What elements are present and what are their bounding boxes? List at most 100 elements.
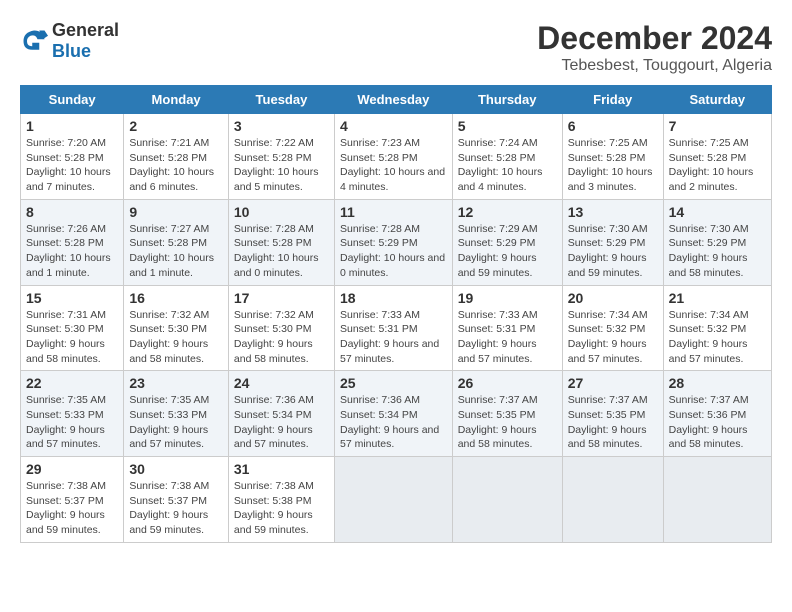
day-info: Sunrise: 7:32 AMSunset: 5:30 PMDaylight:…	[129, 308, 223, 367]
calendar-cell: 10Sunrise: 7:28 AMSunset: 5:28 PMDayligh…	[228, 199, 334, 285]
header-friday: Friday	[562, 86, 663, 114]
calendar-cell: 9 Sunrise: 7:27 AMSunset: 5:28 PMDaylight…	[124, 199, 229, 285]
calendar-cell: 17Sunrise: 7:32 AMSunset: 5:30 PMDayligh…	[228, 285, 334, 371]
logo: General Blue	[20, 20, 119, 62]
day-number: 6	[568, 118, 658, 134]
calendar-cell: 27Sunrise: 7:37 AMSunset: 5:35 PMDayligh…	[562, 371, 663, 457]
calendar-cell: 6 Sunrise: 7:25 AMSunset: 5:28 PMDaylight…	[562, 114, 663, 200]
day-number: 3	[234, 118, 329, 134]
day-number: 13	[568, 204, 658, 220]
day-number: 15	[26, 290, 118, 306]
day-info: Sunrise: 7:30 AMSunset: 5:29 PMDaylight:…	[669, 222, 766, 281]
logo-text: General Blue	[52, 20, 119, 62]
calendar-cell: 23Sunrise: 7:35 AMSunset: 5:33 PMDayligh…	[124, 371, 229, 457]
day-number: 22	[26, 375, 118, 391]
day-info: Sunrise: 7:26 AMSunset: 5:28 PMDaylight:…	[26, 222, 118, 281]
calendar-cell: 31 Sunrise: 7:38 AMSunset: 5:38 PMDayligh…	[228, 457, 334, 543]
calendar-cell	[562, 457, 663, 543]
day-number: 29	[26, 461, 118, 477]
calendar-header: Sunday Monday Tuesday Wednesday Thursday…	[21, 86, 772, 114]
day-info: Sunrise: 7:33 AMSunset: 5:31 PMDaylight:…	[458, 308, 557, 367]
day-info: Sunrise: 7:34 AMSunset: 5:32 PMDaylight:…	[568, 308, 658, 367]
day-info: Sunrise: 7:30 AMSunset: 5:29 PMDaylight:…	[568, 222, 658, 281]
day-number: 31	[234, 461, 329, 477]
calendar-cell: 1 Sunrise: 7:20 AMSunset: 5:28 PMDaylight…	[21, 114, 124, 200]
day-number: 7	[669, 118, 766, 134]
calendar-cell: 28Sunrise: 7:37 AMSunset: 5:36 PMDayligh…	[663, 371, 771, 457]
title-area: December 2024 Tebesbest, Touggourt, Alge…	[537, 20, 772, 75]
day-number: 25	[340, 375, 447, 391]
header-monday: Monday	[124, 86, 229, 114]
calendar-cell	[334, 457, 452, 543]
day-info: Sunrise: 7:28 AMSunset: 5:28 PMDaylight:…	[234, 222, 329, 281]
header-saturday: Saturday	[663, 86, 771, 114]
calendar-cell: 19 Sunrise: 7:33 AMSunset: 5:31 PMDayligh…	[452, 285, 562, 371]
day-number: 26	[458, 375, 557, 391]
day-info: Sunrise: 7:31 AMSunset: 5:30 PMDaylight:…	[26, 308, 118, 367]
day-info: Sunrise: 7:25 AMSunset: 5:28 PMDaylight:…	[669, 136, 766, 195]
calendar-cell: 12Sunrise: 7:29 AMSunset: 5:29 PMDayligh…	[452, 199, 562, 285]
day-info: Sunrise: 7:36 AMSunset: 5:34 PMDaylight:…	[234, 393, 329, 452]
day-number: 28	[669, 375, 766, 391]
day-number: 17	[234, 290, 329, 306]
day-info: Sunrise: 7:35 AMSunset: 5:33 PMDaylight:…	[129, 393, 223, 452]
calendar-cell	[663, 457, 771, 543]
day-number: 14	[669, 204, 766, 220]
day-number: 9	[129, 204, 223, 220]
day-info: Sunrise: 7:28 AMSunset: 5:29 PMDaylight:…	[340, 222, 447, 281]
day-number: 24	[234, 375, 329, 391]
day-number: 20	[568, 290, 658, 306]
day-info: Sunrise: 7:38 AMSunset: 5:37 PMDaylight:…	[129, 479, 223, 538]
calendar-cell: 29Sunrise: 7:38 AMSunset: 5:37 PMDayligh…	[21, 457, 124, 543]
day-number: 18	[340, 290, 447, 306]
day-info: Sunrise: 7:33 AMSunset: 5:31 PMDaylight:…	[340, 308, 447, 367]
logo-blue: Blue	[52, 41, 91, 61]
calendar-cell: 30 Sunrise: 7:38 AMSunset: 5:37 PMDayligh…	[124, 457, 229, 543]
logo-icon	[20, 27, 48, 55]
day-number: 21	[669, 290, 766, 306]
day-number: 2	[129, 118, 223, 134]
day-info: Sunrise: 7:20 AMSunset: 5:28 PMDaylight:…	[26, 136, 118, 195]
day-info: Sunrise: 7:25 AMSunset: 5:28 PMDaylight:…	[568, 136, 658, 195]
day-number: 12	[458, 204, 557, 220]
header-wednesday: Wednesday	[334, 86, 452, 114]
day-info: Sunrise: 7:23 AMSunset: 5:28 PMDaylight:…	[340, 136, 447, 195]
day-info: Sunrise: 7:34 AMSunset: 5:32 PMDaylight:…	[669, 308, 766, 367]
calendar-cell: 2 Sunrise: 7:21 AMSunset: 5:28 PMDaylight…	[124, 114, 229, 200]
header-sunday: Sunday	[21, 86, 124, 114]
day-number: 4	[340, 118, 447, 134]
calendar-row: 29 Sunrise: 7:38 AMSunset: 5:37 PMDayligh…	[21, 457, 772, 543]
day-number: 30	[129, 461, 223, 477]
calendar-cell: 14 Sunrise: 7:30 AMSunset: 5:29 PMDayligh…	[663, 199, 771, 285]
day-info: Sunrise: 7:35 AMSunset: 5:33 PMDaylight:…	[26, 393, 118, 452]
header: General Blue December 2024 Tebesbest, To…	[20, 20, 772, 75]
header-row: Sunday Monday Tuesday Wednesday Thursday…	[21, 86, 772, 114]
day-number: 5	[458, 118, 557, 134]
day-number: 1	[26, 118, 118, 134]
calendar-cell: 18 Sunrise: 7:33 AMSunset: 5:31 PMDayligh…	[334, 285, 452, 371]
header-tuesday: Tuesday	[228, 86, 334, 114]
day-info: Sunrise: 7:38 AMSunset: 5:38 PMDaylight:…	[234, 479, 329, 538]
calendar-cell: 5 Sunrise: 7:24 AMSunset: 5:28 PMDaylight…	[452, 114, 562, 200]
day-number: 8	[26, 204, 118, 220]
calendar-cell: 4 Sunrise: 7:23 AMSunset: 5:28 PMDaylight…	[334, 114, 452, 200]
calendar-cell: 15 Sunrise: 7:31 AMSunset: 5:30 PMDayligh…	[21, 285, 124, 371]
day-info: Sunrise: 7:21 AMSunset: 5:28 PMDaylight:…	[129, 136, 223, 195]
calendar-row: 15 Sunrise: 7:31 AMSunset: 5:30 PMDayligh…	[21, 285, 772, 371]
day-number: 19	[458, 290, 557, 306]
calendar-row: 22 Sunrise: 7:35 AMSunset: 5:33 PMDayligh…	[21, 371, 772, 457]
day-info: Sunrise: 7:24 AMSunset: 5:28 PMDaylight:…	[458, 136, 557, 195]
calendar-cell: 24 Sunrise: 7:36 AMSunset: 5:34 PMDayligh…	[228, 371, 334, 457]
calendar-row: 8 Sunrise: 7:26 AMSunset: 5:28 PMDaylight…	[21, 199, 772, 285]
calendar-cell: 26 Sunrise: 7:37 AMSunset: 5:35 PMDayligh…	[452, 371, 562, 457]
day-info: Sunrise: 7:37 AMSunset: 5:35 PMDaylight:…	[458, 393, 557, 452]
calendar-cell: 8 Sunrise: 7:26 AMSunset: 5:28 PMDaylight…	[21, 199, 124, 285]
day-number: 11	[340, 204, 447, 220]
calendar-cell: 3 Sunrise: 7:22 AMSunset: 5:28 PMDaylight…	[228, 114, 334, 200]
calendar-body: 1 Sunrise: 7:20 AMSunset: 5:28 PMDaylight…	[21, 114, 772, 543]
subtitle: Tebesbest, Touggourt, Algeria	[537, 57, 772, 75]
day-info: Sunrise: 7:37 AMSunset: 5:35 PMDaylight:…	[568, 393, 658, 452]
day-info: Sunrise: 7:36 AMSunset: 5:34 PMDaylight:…	[340, 393, 447, 452]
day-info: Sunrise: 7:22 AMSunset: 5:28 PMDaylight:…	[234, 136, 329, 195]
day-info: Sunrise: 7:27 AMSunset: 5:28 PMDaylight:…	[129, 222, 223, 281]
